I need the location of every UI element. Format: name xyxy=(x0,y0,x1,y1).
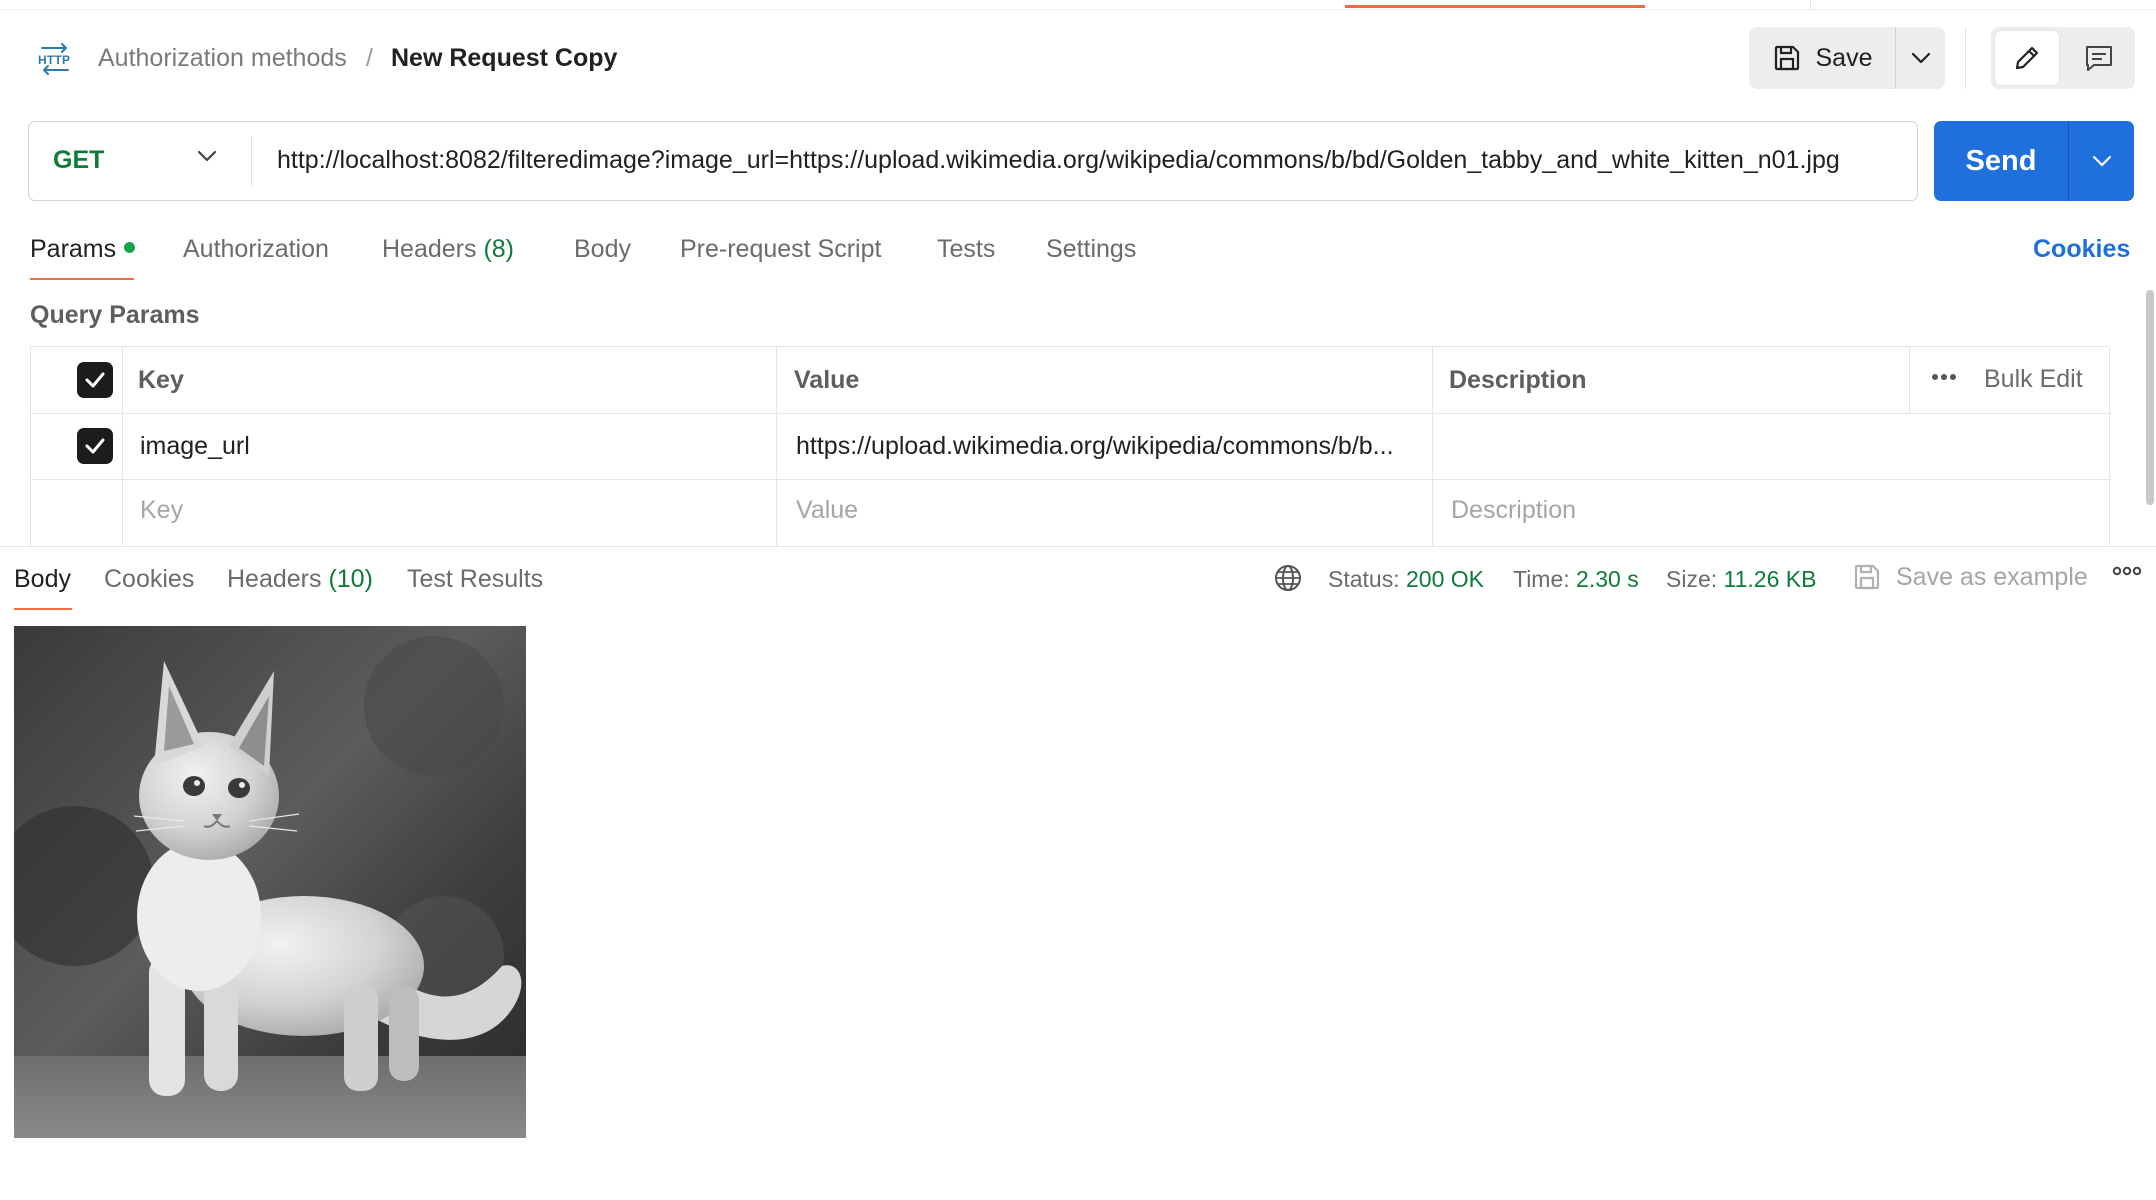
send-button[interactable]: Send xyxy=(1934,121,2068,201)
column-header-description: Description xyxy=(1449,366,1587,394)
status-value: 200 OK xyxy=(1406,566,1484,592)
chevron-down-icon xyxy=(1911,52,1930,64)
row-enabled-checkbox[interactable] xyxy=(77,428,113,464)
response-tab-body-label: Body xyxy=(14,565,71,593)
active-workspace-tab-indicator xyxy=(1345,5,1645,8)
size-label: Size: xyxy=(1666,566,1718,592)
size-value: 11.26 KB xyxy=(1723,566,1817,592)
time-label: Time: xyxy=(1513,566,1570,592)
tab-pre-request-script-label: Pre-request Script xyxy=(680,235,882,263)
send-button-group: Send xyxy=(1934,121,2134,201)
checkmark-icon xyxy=(85,438,105,454)
response-tab-test-results[interactable]: Test Results xyxy=(407,562,543,596)
http-method-select[interactable]: GET xyxy=(29,122,251,199)
tab-headers-label: Headers xyxy=(382,235,477,263)
params-active-dot xyxy=(124,241,136,253)
response-image-kitten xyxy=(14,626,526,1138)
breadcrumb-collection[interactable]: Authorization methods xyxy=(98,41,347,75)
bulk-edit-link[interactable]: Bulk Edit xyxy=(1984,362,2083,396)
http-method-label: GET xyxy=(53,146,105,174)
response-status[interactable]: Status: 200 OK xyxy=(1328,564,1484,594)
tab-headers[interactable]: Headers (8) xyxy=(382,232,514,266)
chevron-down-icon xyxy=(197,150,217,162)
table-divider xyxy=(31,479,2111,480)
column-divider xyxy=(122,347,123,547)
tab-settings[interactable]: Settings xyxy=(1046,232,1136,266)
new-param-key-input[interactable]: Key xyxy=(140,493,183,527)
tab-body[interactable]: Body xyxy=(574,232,631,266)
column-divider xyxy=(1909,347,1910,413)
response-tab-body[interactable]: Body xyxy=(14,562,71,596)
tab-pre-request-script[interactable]: Pre-request Script xyxy=(680,232,881,266)
select-all-checkbox[interactable] xyxy=(77,362,113,398)
edit-mode-button[interactable] xyxy=(1995,31,2059,85)
response-more-options-icon[interactable] xyxy=(2112,566,2142,576)
send-button-label: Send xyxy=(1965,144,2037,177)
response-tab-cookies-label: Cookies xyxy=(104,565,195,593)
table-divider xyxy=(31,413,2111,414)
column-divider xyxy=(1432,347,1433,547)
checkmark-icon xyxy=(85,372,105,388)
comments-button[interactable] xyxy=(2067,31,2131,85)
request-response-divider[interactable] xyxy=(0,546,2156,547)
save-options-dropdown[interactable] xyxy=(1896,27,1945,89)
comment-icon xyxy=(2086,46,2112,71)
svg-text:HTTP: HTTP xyxy=(38,53,70,67)
tab-authorization[interactable]: Authorization xyxy=(183,232,329,266)
tab-tests-label: Tests xyxy=(937,235,996,263)
header-separator xyxy=(1965,27,1966,89)
tab-authorization-label: Authorization xyxy=(183,235,329,263)
http-request-icon: HTTP xyxy=(36,40,74,76)
response-time[interactable]: Time: 2.30 s xyxy=(1513,564,1639,594)
cookies-link[interactable]: Cookies xyxy=(2033,232,2130,266)
tab-body-label: Body xyxy=(574,235,631,263)
new-param-value-input[interactable]: Value xyxy=(796,493,858,527)
request-name[interactable]: New Request Copy xyxy=(391,41,617,75)
response-tab-headers-label: Headers xyxy=(227,565,322,593)
tab-tests[interactable]: Tests xyxy=(937,232,995,266)
method-url-divider xyxy=(251,136,252,186)
response-tab-test-results-label: Test Results xyxy=(407,565,544,593)
pencil-icon xyxy=(2015,46,2039,70)
breadcrumb-separator: / xyxy=(366,44,373,72)
new-param-description-input[interactable]: Description xyxy=(1451,493,1576,527)
tab-headers-count: (8) xyxy=(483,235,515,263)
response-headers-count: (10) xyxy=(328,565,373,593)
active-response-tab-underline xyxy=(14,608,72,610)
save-icon xyxy=(1772,43,1802,73)
param-key-field[interactable]: image_url xyxy=(140,429,250,463)
chevron-down-icon xyxy=(2092,155,2111,167)
column-header-key: Key xyxy=(138,366,184,394)
query-params-table: Key Value Description Bulk Edit image_ur… xyxy=(30,346,2111,547)
response-size[interactable]: Size: 11.26 KB xyxy=(1666,564,1816,594)
more-options-icon[interactable] xyxy=(1931,373,1957,381)
column-divider xyxy=(776,347,777,547)
url-input[interactable]: http://localhost:8082/filteredimage?imag… xyxy=(277,122,1897,199)
request-url-bar: GET http://localhost:8082/filteredimage?… xyxy=(28,121,1918,201)
save-example-icon xyxy=(1852,562,1882,592)
status-label: Status: xyxy=(1328,566,1400,592)
save-button-group: Save xyxy=(1749,27,1945,89)
top-tab-strip xyxy=(0,0,2156,10)
tab-params[interactable]: Params xyxy=(30,232,136,266)
param-value-field[interactable]: https://upload.wikimedia.org/wikipedia/c… xyxy=(796,429,1421,463)
param-description-field[interactable] xyxy=(1451,429,1891,463)
view-mode-toggle xyxy=(1991,27,2135,89)
save-button-label: Save xyxy=(1815,43,1873,72)
query-params-title: Query Params xyxy=(30,301,200,329)
globe-icon[interactable] xyxy=(1273,563,1303,593)
save-as-example-button[interactable]: Save as example xyxy=(1896,561,2088,593)
send-options-dropdown[interactable] xyxy=(2069,121,2134,201)
time-value: 2.30 s xyxy=(1576,566,1639,592)
tab-strip-divider xyxy=(1810,0,1811,9)
save-button[interactable]: Save xyxy=(1749,27,1895,89)
active-tab-underline xyxy=(30,278,134,280)
response-tab-cookies[interactable]: Cookies xyxy=(104,562,194,596)
request-pane-scrollbar[interactable] xyxy=(2146,290,2154,505)
column-header-value: Value xyxy=(794,366,860,394)
tab-params-label: Params xyxy=(30,235,117,263)
response-tab-headers[interactable]: Headers (10) xyxy=(227,562,373,596)
tab-settings-label: Settings xyxy=(1046,235,1137,263)
